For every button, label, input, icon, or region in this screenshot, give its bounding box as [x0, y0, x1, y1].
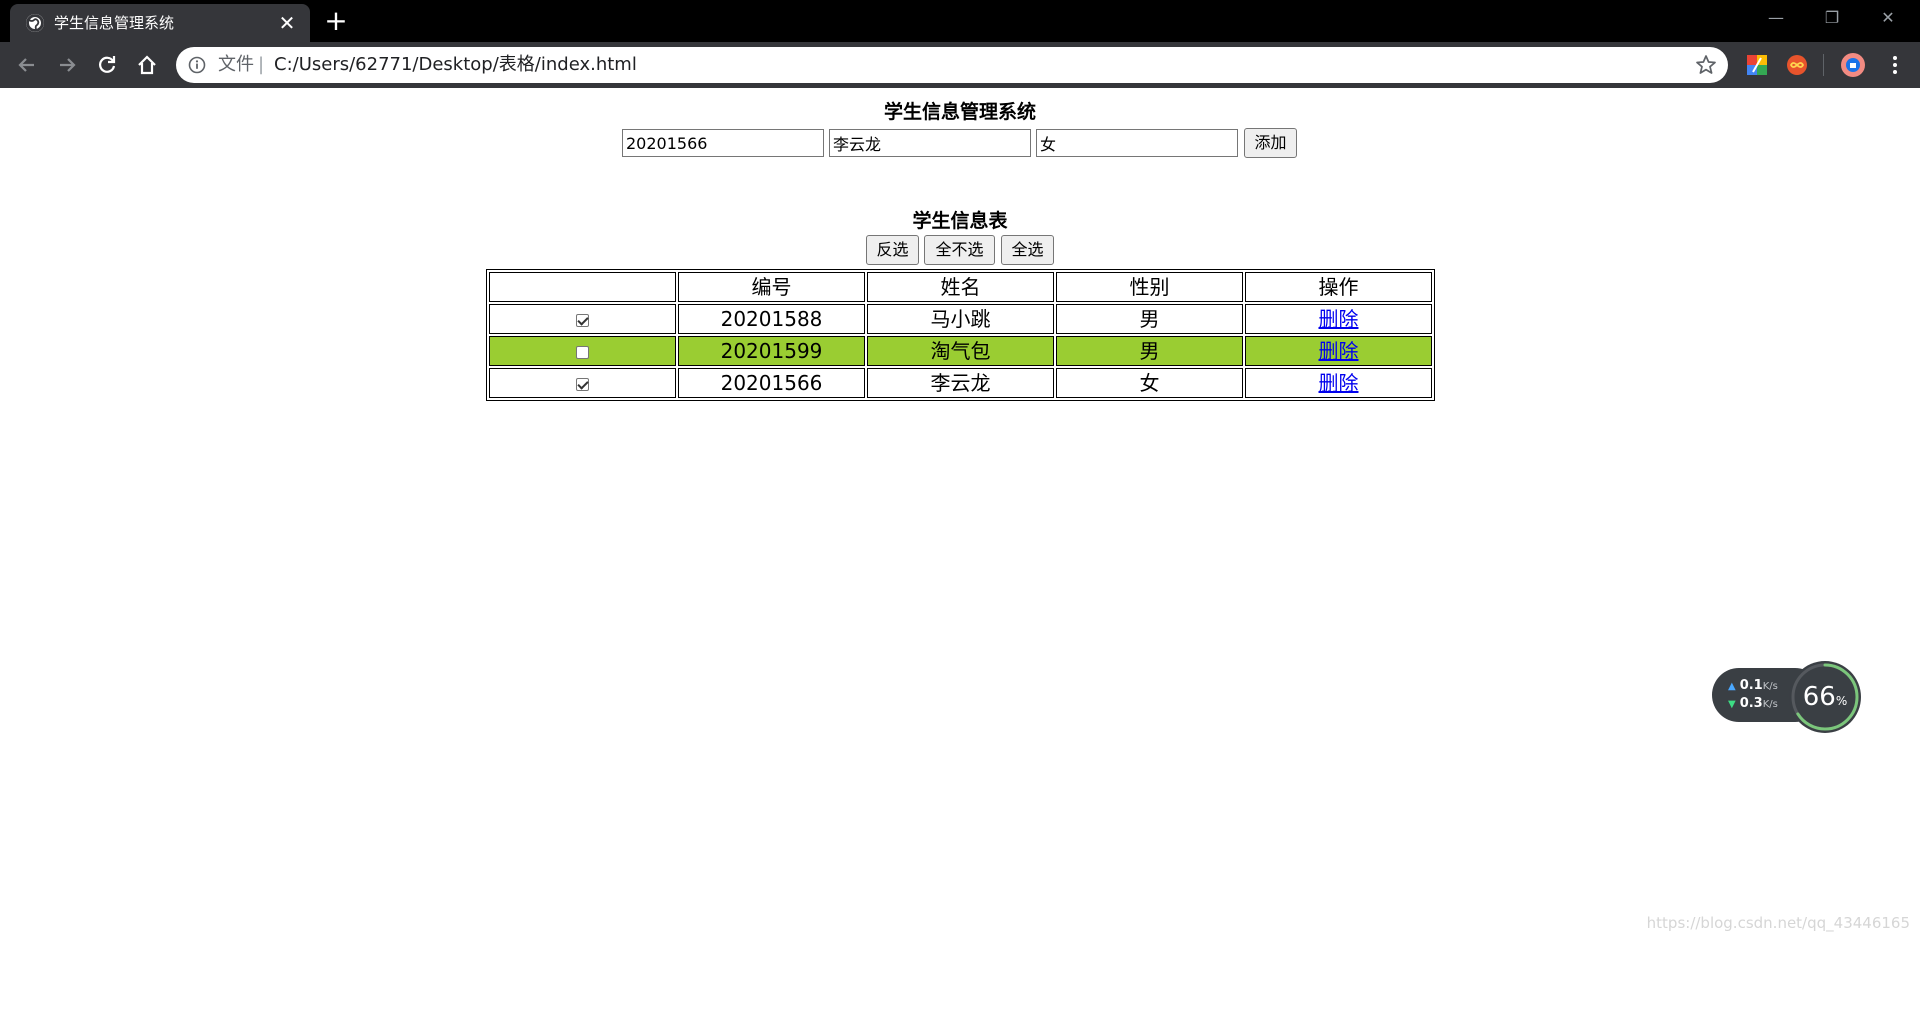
tab-bar: 学生信息管理系统 ✕ + — ❐ ✕: [0, 0, 1920, 42]
url-separator: |: [258, 54, 265, 75]
student-name-input[interactable]: [829, 129, 1031, 157]
cell-name: 淘气包: [867, 336, 1054, 366]
cell-gender: 男: [1056, 336, 1243, 366]
back-icon[interactable]: [13, 51, 41, 79]
download-arrow-icon: ▼: [1728, 699, 1736, 710]
forward-icon[interactable]: [53, 51, 81, 79]
globe-icon: [26, 14, 44, 32]
upload-speed: ▲ 0.1K/s: [1728, 678, 1778, 693]
home-icon[interactable]: [133, 51, 161, 79]
toolbar-divider: [1823, 54, 1824, 76]
window-close-icon[interactable]: ✕: [1860, 0, 1916, 36]
url-text[interactable]: C:/Users/62771/Desktop/表格/index.html: [274, 55, 637, 75]
header-name: 姓名: [867, 272, 1054, 302]
row-checkbox[interactable]: [576, 346, 589, 359]
student-gender-input[interactable]: [1036, 129, 1238, 157]
header-gender: 性别: [1056, 272, 1243, 302]
cell-id: 20201566: [678, 368, 865, 398]
cell-id: 20201588: [678, 304, 865, 334]
address-bar[interactable]: 文件 | C:/Users/62771/Desktop/表格/index.htm…: [176, 47, 1728, 83]
header-action: 操作: [1245, 272, 1432, 302]
table-row: 20201599 淘气包 男 删除: [489, 336, 1432, 366]
new-tab-button[interactable]: +: [322, 7, 350, 36]
cell-name: 马小跳: [867, 304, 1054, 334]
upload-arrow-icon: ▲: [1728, 681, 1736, 692]
extension-infinity-icon[interactable]: [1784, 52, 1810, 78]
header-checkbox-column: [489, 272, 676, 302]
delete-link[interactable]: 删除: [1319, 339, 1359, 363]
cell-gender: 女: [1056, 368, 1243, 398]
download-speed: ▼ 0.3K/s: [1728, 696, 1778, 711]
tab-title: 学生信息管理系统: [54, 14, 175, 32]
header-id: 编号: [678, 272, 865, 302]
star-icon[interactable]: [1694, 53, 1718, 77]
page-content: 学生信息管理系统 添加 学生信息表 反选 全不选 全选 编号 姓名 性别 操作 …: [0, 88, 1920, 1030]
select-none-button[interactable]: 全不选: [924, 235, 995, 265]
delete-link[interactable]: 删除: [1319, 307, 1359, 331]
invert-selection-button[interactable]: 反选: [866, 235, 919, 265]
profile-avatar-icon[interactable]: [1840, 52, 1866, 78]
browser-toolbar: 文件 | C:/Users/62771/Desktop/表格/index.htm…: [0, 42, 1920, 88]
url-scheme-label: 文件: [218, 54, 254, 75]
table-row: 20201588 马小跳 男 删除: [489, 304, 1432, 334]
gauge-percent: 66%: [1802, 682, 1848, 712]
restore-icon[interactable]: ❐: [1804, 0, 1860, 36]
watermark: https://blog.csdn.net/qq_43446165: [1646, 914, 1910, 932]
extension-colorful-icon[interactable]: [1744, 52, 1770, 78]
info-icon[interactable]: [188, 56, 206, 74]
table-row: 20201566 李云龙 女 删除: [489, 368, 1432, 398]
minimize-icon[interactable]: —: [1748, 0, 1804, 36]
cell-gender: 男: [1056, 304, 1243, 334]
page-title: 学生信息管理系统: [883, 101, 1036, 123]
reload-icon[interactable]: [93, 51, 121, 79]
add-button[interactable]: 添加: [1244, 128, 1297, 158]
student-table: 编号 姓名 性别 操作 20201588 马小跳 男 删除 20201599 淘…: [486, 269, 1435, 401]
select-all-button[interactable]: 全选: [1001, 235, 1054, 265]
table-header-row: 编号 姓名 性别 操作: [489, 272, 1432, 302]
cell-id: 20201599: [678, 336, 865, 366]
cell-name: 李云龙: [867, 368, 1054, 398]
memory-gauge: 66%: [1788, 660, 1862, 734]
browser-tab[interactable]: 学生信息管理系统 ✕: [10, 4, 310, 42]
row-checkbox[interactable]: [576, 314, 589, 327]
student-id-input[interactable]: [622, 129, 824, 157]
table-title: 学生信息表: [912, 210, 1008, 232]
tab-close-icon[interactable]: ✕: [276, 12, 298, 34]
menu-icon[interactable]: [1882, 52, 1908, 78]
row-checkbox[interactable]: [576, 378, 589, 391]
network-speed-widget[interactable]: ▲ 0.1K/s ▼ 0.3K/s 66%: [1712, 660, 1862, 734]
delete-link[interactable]: 删除: [1319, 371, 1359, 395]
